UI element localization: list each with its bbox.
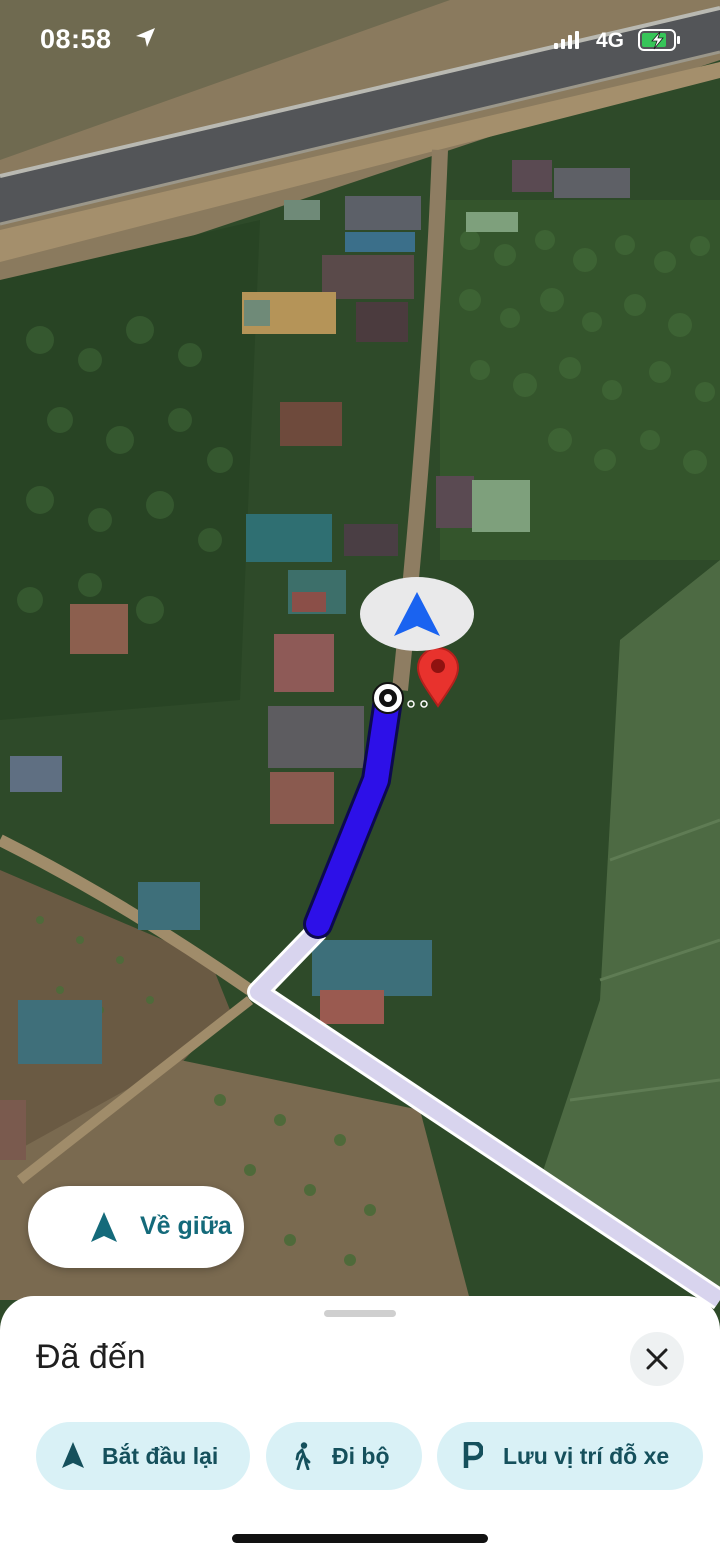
home-indicator[interactable] [232, 1534, 488, 1543]
recenter-button[interactable]: Về giữa [28, 1186, 244, 1268]
sheet-drag-handle[interactable] [324, 1310, 396, 1317]
save-parking-label: Lưu vị trí đỗ xe [503, 1443, 670, 1469]
location-arrow-icon [136, 28, 155, 47]
walking-label: Đi bộ [332, 1443, 390, 1469]
navigation-arrow-icon [62, 1442, 84, 1468]
status-bar: 08:58 4G [0, 0, 720, 80]
arrival-title: Đã đến [36, 1338, 146, 1376]
signal-bars-icon [554, 31, 579, 49]
restart-label: Bắt đầu lại [102, 1443, 219, 1469]
status-time: 08:58 [40, 24, 112, 54]
route-end-marker-icon [372, 682, 404, 714]
parking-icon [463, 1442, 483, 1468]
walking-directions-button[interactable]: Đi bộ [266, 1422, 422, 1490]
close-icon [646, 1348, 668, 1370]
network-type: 4G [596, 29, 625, 52]
navigation-arrow-icon [91, 1212, 117, 1242]
battery-charging-icon [638, 29, 680, 51]
close-button[interactable] [630, 1332, 684, 1386]
restart-navigation-button[interactable]: Bắt đầu lại [36, 1422, 250, 1490]
save-parking-button[interactable]: Lưu vị trí đỗ xe [437, 1422, 703, 1490]
recenter-label: Về giữa [140, 1212, 232, 1240]
arrival-bottom-sheet: Đã đến Bắt đầu lại Đi bộ Lưu vị trí đỗ x… [0, 1296, 720, 1557]
walking-icon [295, 1442, 311, 1470]
current-location-indicator-icon [360, 577, 474, 651]
